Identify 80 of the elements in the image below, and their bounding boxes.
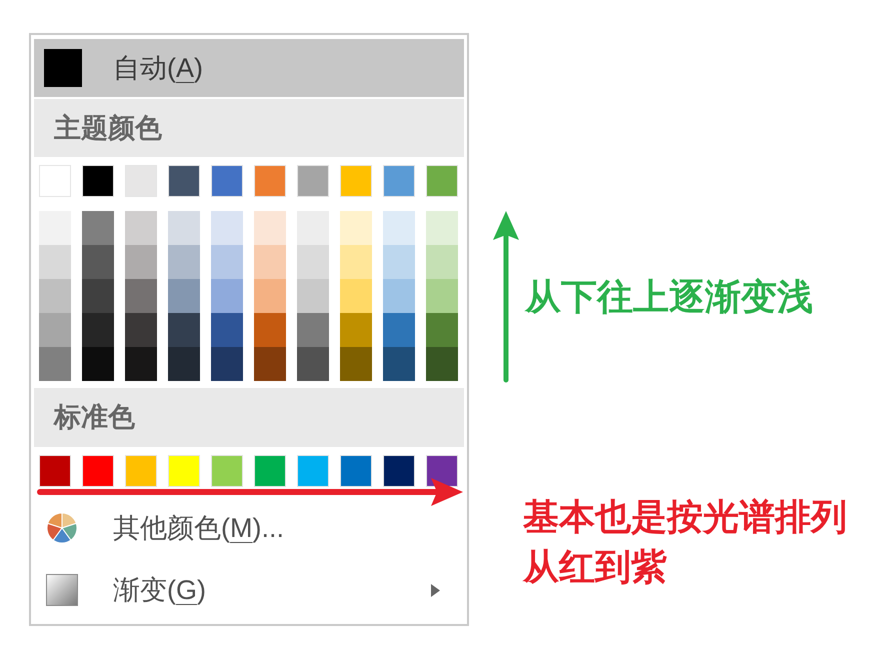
- color-swatch[interactable]: [168, 165, 200, 197]
- menu-item[interactable]: 其他颜色(M)...: [34, 500, 464, 556]
- shade-swatch[interactable]: [254, 279, 286, 313]
- color-swatch[interactable]: [82, 455, 114, 487]
- shade-swatch[interactable]: [383, 211, 415, 245]
- shade-swatch[interactable]: [39, 347, 71, 381]
- shade-swatch[interactable]: [82, 347, 114, 381]
- gradient-square-icon: [46, 574, 78, 606]
- shade-swatch[interactable]: [211, 211, 243, 245]
- shade-swatch[interactable]: [254, 211, 286, 245]
- shade-swatch[interactable]: [254, 347, 286, 381]
- shade-swatch[interactable]: [254, 313, 286, 347]
- shade-swatch[interactable]: [211, 347, 243, 381]
- section-heading: 标准色: [34, 388, 464, 447]
- shade-swatch[interactable]: [383, 245, 415, 279]
- shade-swatch[interactable]: [383, 347, 415, 381]
- color-swatch[interactable]: [168, 455, 200, 487]
- menu-item[interactable]: 渐变(G): [34, 562, 464, 618]
- shade-swatch[interactable]: [211, 313, 243, 347]
- shade-swatch[interactable]: [426, 245, 458, 279]
- shade-swatch[interactable]: [340, 245, 372, 279]
- color-swatch[interactable]: [254, 455, 286, 487]
- section-heading: 主题颜色: [34, 99, 464, 157]
- shade-swatch[interactable]: [426, 347, 458, 381]
- shade-swatch[interactable]: [254, 245, 286, 279]
- shade-swatch[interactable]: [39, 211, 71, 245]
- shade-swatch[interactable]: [125, 245, 157, 279]
- shade-swatch[interactable]: [297, 313, 329, 347]
- shade-swatch[interactable]: [82, 313, 114, 347]
- color-swatch[interactable]: [39, 455, 71, 487]
- shade-swatch[interactable]: [297, 211, 329, 245]
- shade-swatch[interactable]: [125, 211, 157, 245]
- shade-swatch[interactable]: [426, 211, 458, 245]
- shade-swatch[interactable]: [211, 279, 243, 313]
- annotation-text: 基本也是按光谱排列: [523, 495, 847, 539]
- shade-swatch[interactable]: [297, 347, 329, 381]
- shade-swatch[interactable]: [39, 313, 71, 347]
- shade-swatch[interactable]: [340, 313, 372, 347]
- shade-swatch[interactable]: [125, 313, 157, 347]
- color-swatch[interactable]: [297, 165, 329, 197]
- shade-swatch[interactable]: [39, 245, 71, 279]
- shade-swatch[interactable]: [340, 211, 372, 245]
- shade-swatch[interactable]: [82, 279, 114, 313]
- shade-swatch[interactable]: [297, 279, 329, 313]
- shade-swatch[interactable]: [211, 245, 243, 279]
- color-swatch[interactable]: [125, 165, 157, 197]
- color-swatch[interactable]: [254, 165, 286, 197]
- shade-swatch[interactable]: [426, 279, 458, 313]
- shade-swatch[interactable]: [383, 279, 415, 313]
- automatic-color-menu-item[interactable]: 自动(A): [34, 39, 464, 97]
- color-swatch[interactable]: [297, 455, 329, 487]
- shade-swatch[interactable]: [168, 279, 200, 313]
- shade-swatch[interactable]: [39, 279, 71, 313]
- color-wheel-icon: [46, 512, 78, 544]
- shade-swatch[interactable]: [340, 279, 372, 313]
- color-swatch[interactable]: [211, 165, 243, 197]
- shade-swatch[interactable]: [340, 347, 372, 381]
- color-swatch[interactable]: [340, 165, 372, 197]
- shade-swatch[interactable]: [297, 245, 329, 279]
- shade-swatch[interactable]: [82, 245, 114, 279]
- shade-swatch[interactable]: [168, 347, 200, 381]
- color-swatch[interactable]: [82, 165, 114, 197]
- shade-swatch[interactable]: [383, 313, 415, 347]
- color-swatch[interactable]: [39, 165, 71, 197]
- shade-swatch[interactable]: [168, 211, 200, 245]
- annotation-text: 从红到紫: [523, 545, 668, 589]
- shade-swatch[interactable]: [125, 279, 157, 313]
- shade-swatch[interactable]: [125, 347, 157, 381]
- color-swatch[interactable]: [426, 455, 458, 487]
- shade-swatch[interactable]: [426, 313, 458, 347]
- annotation-text: 从下往上逐渐变浅: [525, 275, 813, 319]
- color-swatch[interactable]: [125, 455, 157, 487]
- color-swatch[interactable]: [383, 455, 415, 487]
- color-swatch[interactable]: [383, 165, 415, 197]
- shade-swatch[interactable]: [82, 211, 114, 245]
- shade-swatch[interactable]: [168, 313, 200, 347]
- color-swatch[interactable]: [211, 455, 243, 487]
- color-swatch[interactable]: [426, 165, 458, 197]
- color-swatch[interactable]: [340, 455, 372, 487]
- shade-swatch[interactable]: [168, 245, 200, 279]
